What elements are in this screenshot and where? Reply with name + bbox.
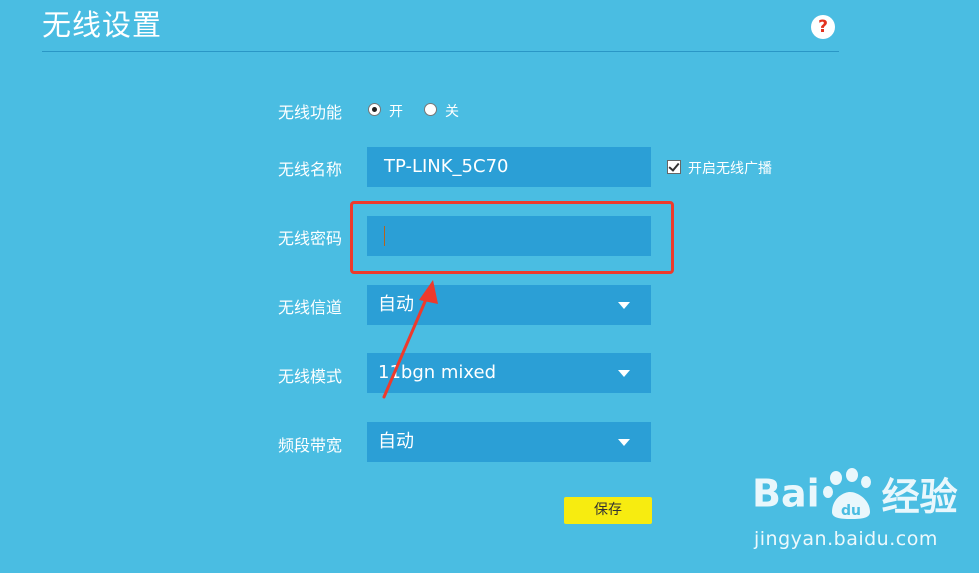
page-title: 无线设置	[42, 8, 163, 42]
wireless-off-radio[interactable]	[424, 103, 437, 116]
help-icon[interactable]: ?	[811, 15, 835, 39]
wireless-on-label: 开	[389, 104, 403, 120]
wireless-function-label: 无线功能	[278, 103, 343, 122]
wireless-off-label: 关	[445, 104, 459, 120]
broadcast-checkbox[interactable]	[667, 160, 681, 174]
wireless-name-label: 无线名称	[278, 160, 343, 179]
baidu-jingyan-watermark: Bai du 经验 jingyan.baidu.com	[752, 466, 972, 556]
baidu-logo: Bai du 经验	[752, 466, 958, 526]
paw-icon: du	[822, 467, 871, 519]
watermark-logo-right: 经验	[881, 475, 958, 519]
wireless-channel-label: 无线信道	[278, 298, 343, 317]
wireless-mode-label: 无线模式	[278, 367, 343, 386]
title-divider	[42, 51, 839, 52]
save-button[interactable]: 保存	[564, 497, 652, 524]
broadcast-checkbox-label: 开启无线广播	[688, 161, 772, 177]
wireless-password-label: 无线密码	[278, 229, 343, 248]
annotation-highlight-box	[350, 201, 674, 274]
bandwidth-select[interactable]: 自动	[367, 422, 651, 462]
wireless-name-input[interactable]: TP-LINK_5C70	[367, 147, 651, 187]
chevron-down-icon	[618, 302, 630, 309]
watermark-du: du	[841, 503, 861, 519]
chevron-down-icon	[618, 439, 630, 446]
watermark-logo-left: Bai	[752, 471, 820, 516]
chevron-down-icon	[618, 370, 630, 377]
wireless-on-radio[interactable]	[368, 103, 381, 116]
bandwidth-label: 频段带宽	[278, 436, 343, 455]
annotation-arrow-icon	[382, 280, 438, 399]
bandwidth-value: 自动	[378, 431, 414, 452]
watermark-url: jingyan.baidu.com	[754, 528, 938, 550]
